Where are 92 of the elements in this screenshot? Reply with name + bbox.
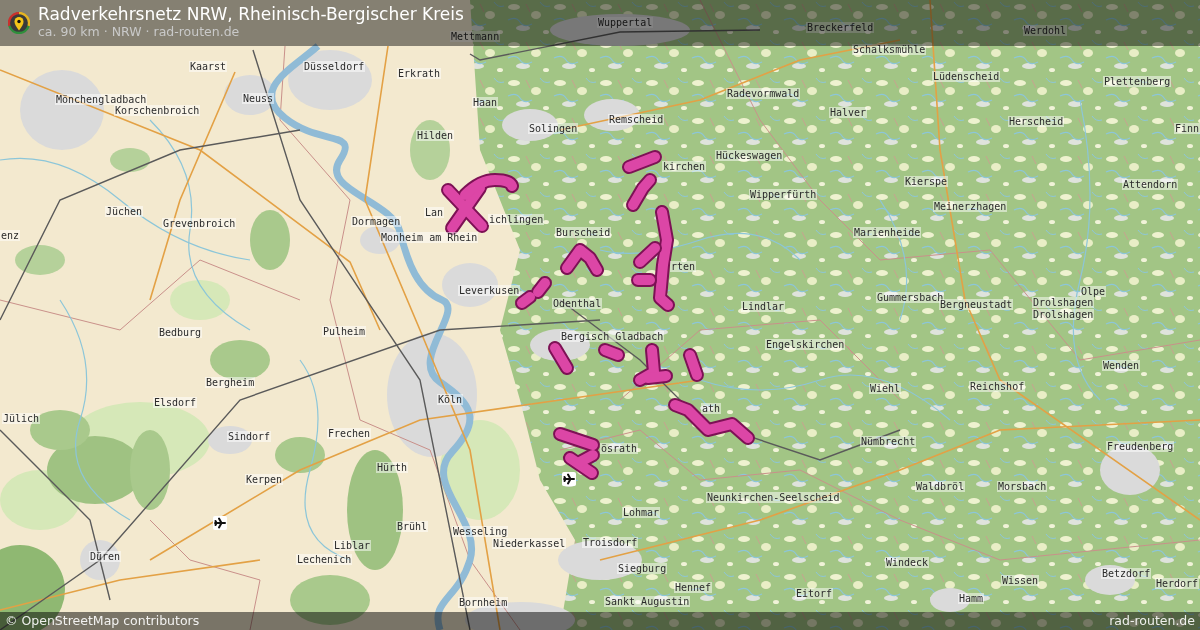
place-label: Düsseldorf xyxy=(303,60,366,72)
place-label: Lan xyxy=(424,206,445,218)
place-label: Sankt Augustin xyxy=(604,595,691,607)
place-label: Kaarst xyxy=(189,60,228,72)
airplane-icon xyxy=(213,516,227,530)
place-label: Neunkirchen-Seelscheid xyxy=(706,491,841,503)
route-segment xyxy=(683,348,704,382)
place-label: Wenden xyxy=(1102,359,1141,371)
place-label: Wipperfürth xyxy=(749,188,818,200)
place-label: Eitorf xyxy=(795,587,834,599)
place-label: Kerpen xyxy=(245,473,284,485)
place-label: Bornheim xyxy=(458,596,509,608)
place-label: Wiehl xyxy=(869,382,902,394)
place-label: Morsbach xyxy=(997,480,1048,492)
place-label: Mönchengladbach xyxy=(55,93,148,105)
place-label: Solingen xyxy=(528,122,579,134)
place-label: Bergisch Gladbach xyxy=(560,330,665,342)
place-label: Lindlar xyxy=(741,300,786,312)
place-label: Frechen xyxy=(327,427,372,439)
place-label: Halver xyxy=(829,106,868,118)
place-label: Olpe xyxy=(1080,285,1107,297)
route-segment xyxy=(633,343,673,387)
place-label: Drolshagen xyxy=(1032,308,1095,320)
map-attribution: © OpenStreetMap contributors xyxy=(5,612,200,630)
place-label: Brühl xyxy=(396,520,429,532)
route-segment xyxy=(598,343,625,362)
place-label: rten xyxy=(670,260,697,272)
place-label: Attendorn xyxy=(1122,178,1179,190)
place-label: Troisdorf xyxy=(582,536,639,548)
place-label: Drolshagen xyxy=(1032,296,1095,308)
place-label: Niederkassel xyxy=(492,537,567,549)
airplane-icon xyxy=(562,472,576,486)
place-label: Betzdorf xyxy=(1101,567,1152,579)
place-label: Remscheid xyxy=(608,113,665,125)
place-label: Schalksmühle xyxy=(852,43,927,55)
place-label: Bergheim xyxy=(205,376,256,388)
place-label: Finn xyxy=(1174,122,1200,134)
place-label: Burscheid xyxy=(555,226,612,238)
place-label: Lüdenscheid xyxy=(932,70,1001,82)
place-label: Wesseling xyxy=(452,525,509,537)
place-label: Meinerzhagen xyxy=(933,200,1008,212)
place-label: Liblar xyxy=(333,539,372,551)
place-label: Erkrath xyxy=(397,67,442,79)
place-label: Nümbrecht xyxy=(860,435,917,447)
place-label: enz xyxy=(0,229,21,241)
place-label: Grevenbroich xyxy=(162,217,237,229)
place-label: Hilden xyxy=(416,129,455,141)
place-label: Kierspe xyxy=(904,175,949,187)
place-label: Hamm xyxy=(958,592,985,604)
place-label: Marienheide xyxy=(853,226,922,238)
place-label: kirchen xyxy=(662,160,707,172)
place-label: Odenthal xyxy=(552,297,603,309)
page-title: Radverkehrsnetz NRW, Rheinisch-Bergischer Kreis xyxy=(38,4,464,24)
place-label: Bedburg xyxy=(158,326,203,338)
place-label: Hennef xyxy=(674,581,713,593)
place-label: Düren xyxy=(89,550,122,562)
place-label: ath xyxy=(701,402,722,414)
place-label: Köln xyxy=(437,393,464,405)
map-pin-icon xyxy=(8,12,30,34)
place-label: Herdorf xyxy=(1155,577,1200,589)
place-label: Sindorf xyxy=(227,430,272,442)
place-label: Hürth xyxy=(376,461,409,473)
place-label: Hückeswagen xyxy=(715,149,784,161)
place-label: Waldbröl xyxy=(915,480,966,492)
place-label: Radevormwald xyxy=(726,87,801,99)
place-label: Jülich xyxy=(2,412,41,424)
site-name: rad-routen.de xyxy=(1109,612,1195,630)
place-label: Elsdorf xyxy=(153,396,198,408)
place-label: Korschenbroich xyxy=(114,104,201,116)
place-label: Reichshof xyxy=(969,380,1026,392)
place-label: Leverkusen xyxy=(458,284,521,296)
route-segment xyxy=(560,243,604,277)
place-label: ichlingen xyxy=(488,213,545,225)
place-label: Pulheim xyxy=(322,325,367,337)
place-label: Engelskirchen xyxy=(765,338,846,350)
place-label: Bergneustadt xyxy=(939,298,1014,310)
place-label: Lohmar xyxy=(622,506,661,518)
place-label: Dormagen xyxy=(351,215,402,227)
place-label: Plettenberg xyxy=(1103,75,1172,87)
place-label: Herscheid xyxy=(1008,115,1065,127)
place-label: Lechenich xyxy=(296,553,353,565)
place-label: ösrath xyxy=(600,442,639,454)
place-label: Freudenberg xyxy=(1106,440,1175,452)
route-segment xyxy=(553,427,600,480)
place-label: Monheim am Rhein xyxy=(380,231,479,243)
place-label: Siegburg xyxy=(617,562,668,574)
place-label: Windeck xyxy=(885,556,930,568)
place-label: Haan xyxy=(472,96,499,108)
route-segment xyxy=(548,341,574,375)
place-label: Wissen xyxy=(1001,574,1040,586)
place-label: Jüchen xyxy=(105,205,144,217)
place-label: Neuss xyxy=(242,92,275,104)
